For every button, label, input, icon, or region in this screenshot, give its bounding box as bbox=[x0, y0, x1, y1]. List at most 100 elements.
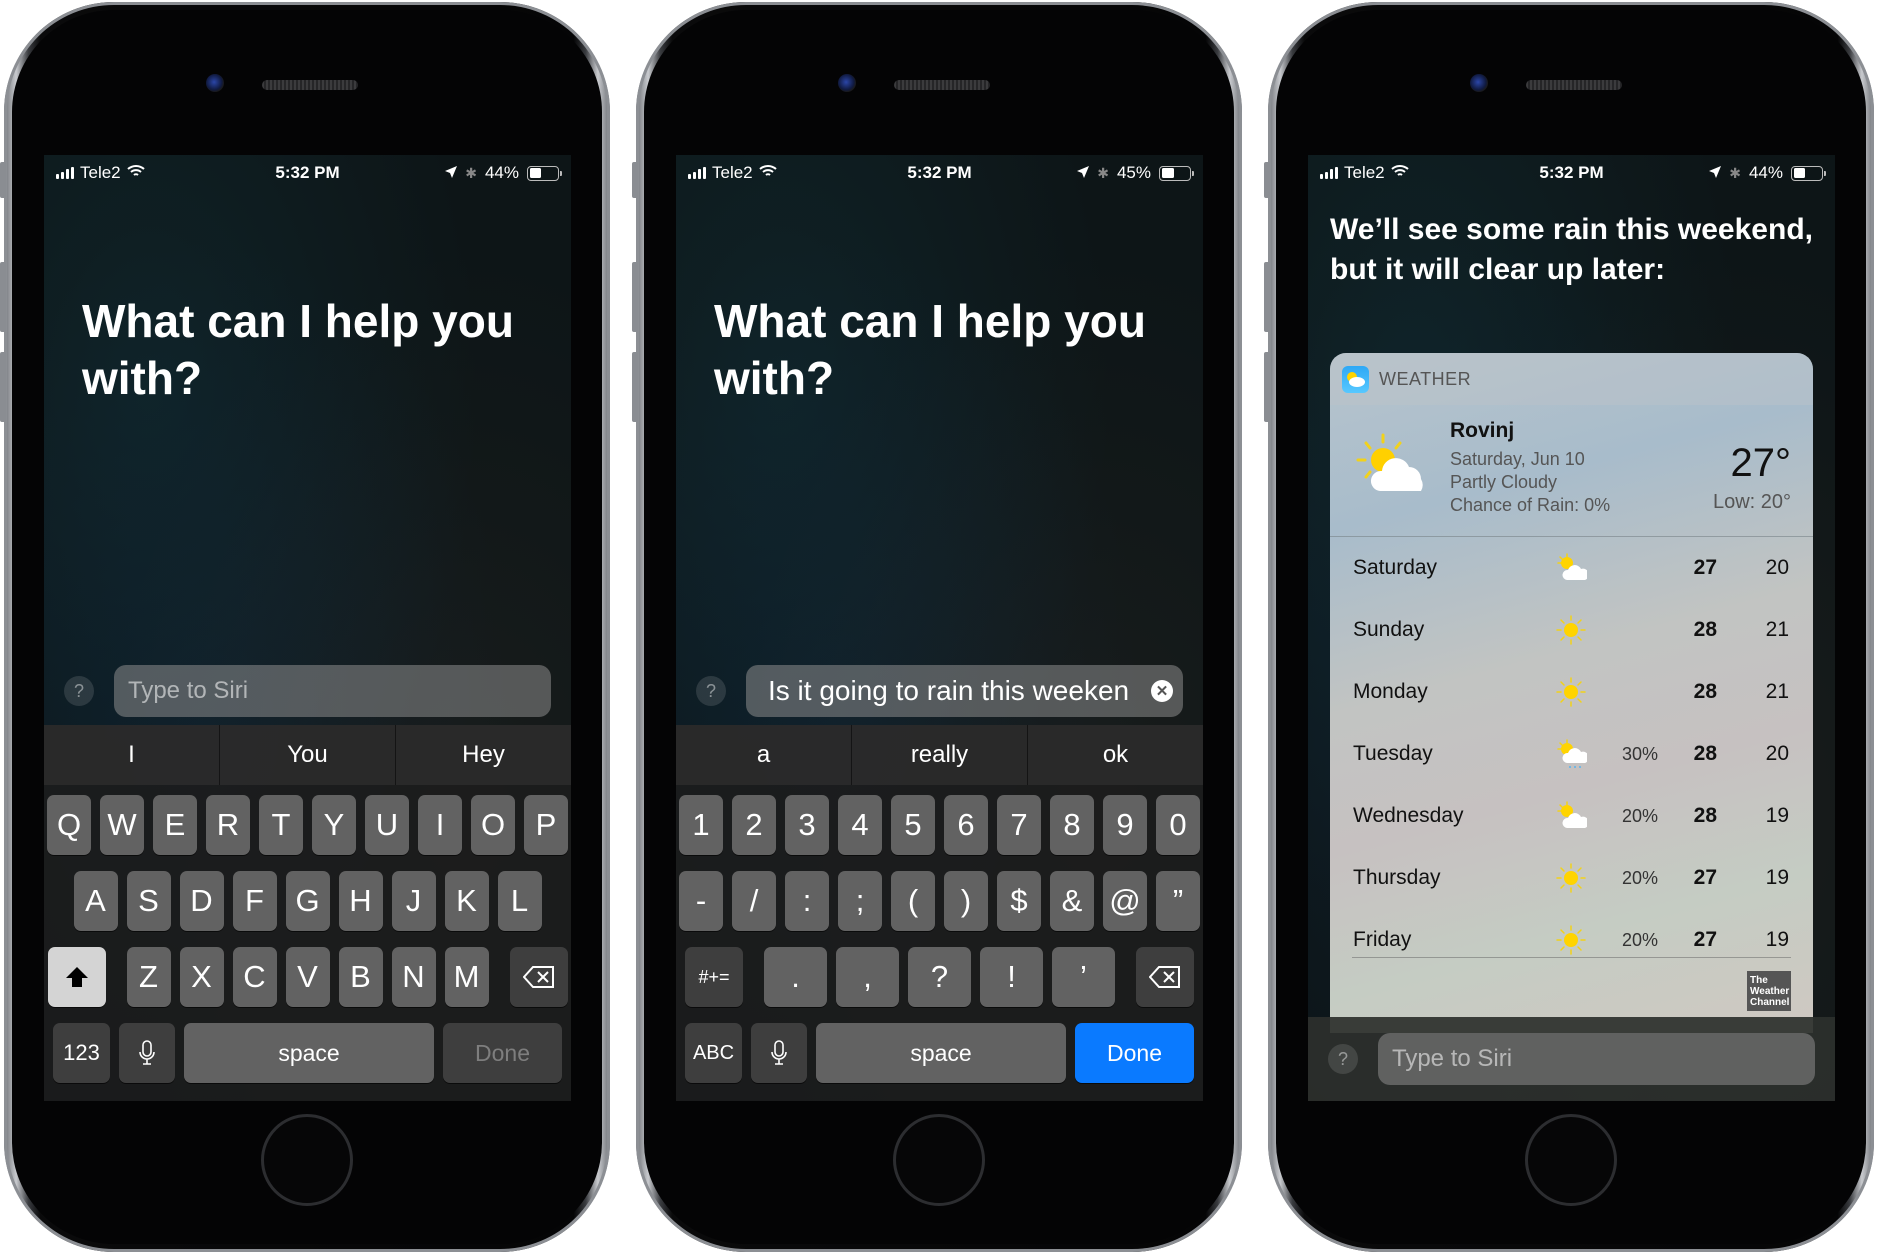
key-dollar[interactable]: $ bbox=[997, 871, 1041, 931]
suggestion-item[interactable]: really bbox=[852, 725, 1028, 785]
key-p[interactable]: P bbox=[524, 795, 568, 855]
siri-input-row: ? Is it going to rain this weeken ✕ bbox=[676, 655, 1203, 727]
suggestion-item[interactable]: You bbox=[220, 725, 396, 785]
key-period[interactable]: . bbox=[764, 947, 827, 1007]
key-semicolon[interactable]: ; bbox=[838, 871, 882, 931]
key-0[interactable]: 0 bbox=[1156, 795, 1200, 855]
key-c[interactable]: C bbox=[232, 947, 277, 1007]
home-button[interactable] bbox=[261, 1114, 353, 1206]
key-row-4: 123 space Done bbox=[44, 1023, 571, 1083]
key-b[interactable]: B bbox=[338, 947, 383, 1007]
battery-icon bbox=[1159, 165, 1194, 181]
key-7[interactable]: 7 bbox=[997, 795, 1041, 855]
suggestion-item[interactable]: I bbox=[44, 725, 220, 785]
key-d[interactable]: D bbox=[179, 871, 224, 931]
key-slash[interactable]: / bbox=[732, 871, 776, 931]
forecast-high: 28 bbox=[1693, 742, 1717, 765]
clear-text-icon[interactable]: ✕ bbox=[1151, 680, 1173, 702]
key-quote[interactable]: ” bbox=[1156, 871, 1200, 931]
key-r[interactable]: R bbox=[206, 795, 250, 855]
divider bbox=[1352, 957, 1791, 958]
front-camera bbox=[838, 74, 856, 92]
volume-down-button bbox=[1264, 352, 1270, 422]
key-question[interactable]: ? bbox=[908, 947, 971, 1007]
home-button[interactable] bbox=[1525, 1114, 1617, 1206]
forecast-day: Wednesday bbox=[1353, 804, 1464, 827]
key-y[interactable]: Y bbox=[312, 795, 356, 855]
suggestion-item[interactable]: a bbox=[676, 725, 852, 785]
status-bar: Tele2 5:32 PM ✱ 44% bbox=[44, 155, 571, 191]
dictation-key[interactable] bbox=[119, 1023, 175, 1083]
delete-key[interactable] bbox=[509, 947, 568, 1007]
done-key[interactable]: Done bbox=[443, 1023, 562, 1083]
suggestion-item[interactable]: ok bbox=[1028, 725, 1203, 785]
delete-key[interactable] bbox=[1136, 947, 1194, 1007]
siri-prompt: What can I help you with? bbox=[82, 295, 514, 404]
key-a[interactable]: A bbox=[73, 871, 118, 931]
key-5[interactable]: 5 bbox=[891, 795, 935, 855]
key-g[interactable]: G bbox=[285, 871, 330, 931]
siri-bottom-bar: ? Type to Siri bbox=[1308, 1017, 1835, 1101]
key-close-paren[interactable]: ) bbox=[944, 871, 988, 931]
key-w[interactable]: W bbox=[100, 795, 144, 855]
key-6[interactable]: 6 bbox=[944, 795, 988, 855]
key-2[interactable]: 2 bbox=[732, 795, 776, 855]
key-colon[interactable]: : bbox=[785, 871, 829, 931]
help-button[interactable]: ? bbox=[1328, 1044, 1358, 1074]
key-9[interactable]: 9 bbox=[1103, 795, 1147, 855]
key-f[interactable]: F bbox=[232, 871, 277, 931]
shift-key[interactable] bbox=[47, 947, 106, 1007]
volume-up-button bbox=[1264, 262, 1270, 332]
key-j[interactable]: J bbox=[391, 871, 436, 931]
key-u[interactable]: U bbox=[365, 795, 409, 855]
key-8[interactable]: 8 bbox=[1050, 795, 1094, 855]
type-to-siri-input[interactable]: Is it going to rain this weeken ✕ bbox=[746, 665, 1183, 717]
weather-channel-logo[interactable]: The Weather Channel bbox=[1747, 971, 1791, 1011]
key-n[interactable]: N bbox=[391, 947, 436, 1007]
forecast-row: Monday 28 21 bbox=[1330, 661, 1813, 723]
key-comma[interactable]: , bbox=[836, 947, 899, 1007]
key-at[interactable]: @ bbox=[1103, 871, 1147, 931]
suggestion-item[interactable]: Hey bbox=[396, 725, 571, 785]
help-button[interactable]: ? bbox=[64, 676, 94, 706]
letters-mode-key[interactable]: ABC bbox=[685, 1023, 742, 1083]
key-t[interactable]: T bbox=[259, 795, 303, 855]
help-button[interactable]: ? bbox=[696, 676, 726, 706]
key-3[interactable]: 3 bbox=[785, 795, 829, 855]
key-s[interactable]: S bbox=[126, 871, 171, 931]
bluetooth-icon: ✱ bbox=[1729, 164, 1741, 181]
key-z[interactable]: Z bbox=[126, 947, 171, 1007]
key-k[interactable]: K bbox=[444, 871, 489, 931]
more-symbols-key[interactable]: #+= bbox=[685, 947, 743, 1007]
key-ampersand[interactable]: & bbox=[1050, 871, 1094, 931]
numbers-mode-key[interactable]: 123 bbox=[53, 1023, 110, 1083]
key-e[interactable]: E bbox=[153, 795, 197, 855]
key-exclamation[interactable]: ! bbox=[980, 947, 1043, 1007]
key-apostrophe[interactable]: ’ bbox=[1052, 947, 1115, 1007]
key-l[interactable]: L bbox=[497, 871, 542, 931]
key-1[interactable]: 1 bbox=[679, 795, 723, 855]
sunny-icon bbox=[1556, 925, 1586, 955]
volume-up-button bbox=[632, 262, 638, 332]
key-4[interactable]: 4 bbox=[838, 795, 882, 855]
key-open-paren[interactable]: ( bbox=[891, 871, 935, 931]
done-key[interactable]: Done bbox=[1075, 1023, 1194, 1083]
weather-card[interactable]: WEATHER Rovinj Saturday, Jun 10 Partly C… bbox=[1330, 353, 1813, 1033]
siri-input-row: ? Type to Siri bbox=[1308, 1023, 1835, 1095]
key-h[interactable]: H bbox=[338, 871, 383, 931]
key-hyphen[interactable]: - bbox=[679, 871, 723, 931]
space-key[interactable]: space bbox=[816, 1023, 1066, 1083]
home-button[interactable] bbox=[893, 1114, 985, 1206]
battery-percent: 45% bbox=[1116, 163, 1151, 182]
type-to-siri-input[interactable]: Type to Siri bbox=[1378, 1033, 1815, 1085]
key-q[interactable]: Q bbox=[47, 795, 91, 855]
key-m[interactable]: M bbox=[444, 947, 489, 1007]
key-x[interactable]: X bbox=[179, 947, 224, 1007]
space-key[interactable]: space bbox=[184, 1023, 434, 1083]
dictation-key[interactable] bbox=[751, 1023, 807, 1083]
key-o[interactable]: O bbox=[471, 795, 515, 855]
key-i[interactable]: I bbox=[418, 795, 462, 855]
type-to-siri-input[interactable]: Type to Siri bbox=[114, 665, 551, 717]
key-v[interactable]: V bbox=[285, 947, 330, 1007]
key-row-4: ABC space Done bbox=[676, 1023, 1203, 1083]
